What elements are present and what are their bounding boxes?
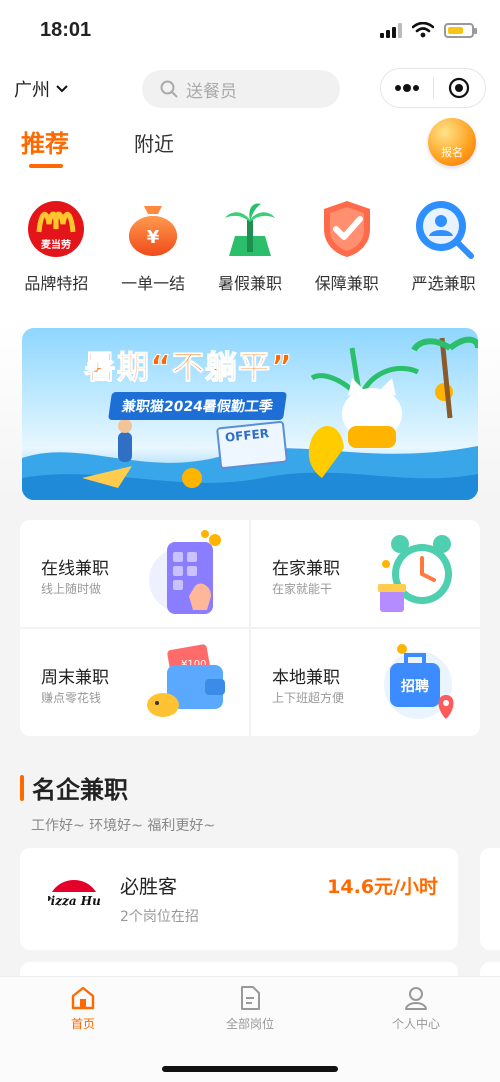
tab-nearby[interactable]: 附近	[134, 128, 174, 157]
status-time: 18:01	[40, 19, 92, 41]
section-subtitle: 工作好~ 环境好~ 福利更好~	[31, 818, 216, 834]
signup-button[interactable]: 报名	[428, 118, 476, 166]
status-icons	[380, 22, 477, 38]
category-daily-pay[interactable]: ¥ 一单一结	[107, 198, 199, 322]
miniapp-capsule	[380, 68, 486, 108]
section-accent-bar	[20, 774, 24, 801]
close-miniapp-button[interactable]	[434, 69, 486, 107]
category-brand[interactable]: 麦当劳 品牌特招	[10, 198, 102, 322]
job-type-online-title: 在线兼职	[41, 559, 109, 579]
phone-tap-icon	[149, 530, 221, 614]
section-header: 名企兼职	[20, 770, 128, 805]
target-close-icon	[449, 77, 470, 99]
wallet-icon: ¥100	[147, 644, 225, 717]
job-type-local-title: 本地兼职	[272, 668, 340, 688]
tab-active-underline	[29, 164, 63, 168]
category-selected-label: 严选兼职	[411, 274, 476, 293]
chevron-down-icon	[56, 85, 68, 93]
tabbar-profile[interactable]: 个人中心	[361, 985, 471, 1032]
tabbar-all-jobs[interactable]: 全部岗位	[195, 985, 305, 1032]
job-type-local-subtitle: 上下班超方便	[272, 691, 345, 705]
job-type-weekend-subtitle: 赚点零花钱	[41, 691, 102, 705]
money-bag-icon: ¥	[122, 198, 184, 260]
company-wage: 14.6元/小时	[327, 876, 438, 898]
section-title: 名企兼职	[32, 776, 128, 804]
search-icon	[160, 80, 178, 98]
job-type-online-subtitle: 线上随时做	[41, 582, 102, 596]
pizza-hut-logo-text: Pizza Hut	[48, 894, 100, 908]
user-icon	[405, 987, 427, 1010]
home-icon	[71, 986, 95, 1010]
tabbar-all-jobs-label: 全部岗位	[225, 1017, 274, 1031]
city-selector[interactable]: 广州	[14, 76, 68, 102]
status-bar: 18:01	[0, 0, 500, 62]
tab-nearby-label: 附近	[134, 132, 174, 156]
job-type-home[interactable]: 在家兼职 在家就能干	[251, 520, 480, 627]
category-guaranteed[interactable]: 保障兼职	[301, 198, 393, 322]
recruit-bag-icon: 招聘	[384, 644, 454, 719]
banner-subline: 兼职猫2024暑假勤工季	[108, 392, 287, 420]
nav-bar: 广州 送餐员	[0, 62, 500, 118]
job-type-weekend-title: 周末兼职	[41, 668, 109, 688]
battery-icon	[444, 22, 477, 38]
document-icon	[241, 986, 260, 1010]
mcdonalds-icon-text: 麦当劳	[41, 238, 71, 251]
shield-check-icon	[316, 198, 378, 260]
alarm-clock-icon	[378, 535, 452, 612]
search-input[interactable]: 送餐员	[142, 70, 340, 108]
category-guaranteed-label: 保障兼职	[314, 274, 379, 293]
category-brand-label: 品牌特招	[24, 274, 89, 293]
job-type-weekend[interactable]: 周末兼职 赚点零花钱 ¥100	[20, 629, 249, 736]
signup-label: 报名	[441, 146, 463, 159]
job-type-grid: 在线兼职 线上随时做 在家兼职 在家就能干 周末兼职 赚点零花钱 ¥100 本地…	[20, 520, 480, 736]
banner-offer-card: OFFER	[215, 420, 289, 470]
person-search-icon	[413, 198, 475, 260]
category-daily-pay-label: 一单一结	[121, 274, 186, 293]
tab-recommend[interactable]: 推荐	[21, 124, 69, 168]
recruit-bag-icon-text: 招聘	[401, 678, 429, 695]
next-company-card-peek[interactable]	[480, 848, 500, 950]
cellular-signal-icon	[380, 22, 402, 38]
tabbar-profile-label: 个人中心	[391, 1017, 440, 1031]
category-selected[interactable]: 严选兼职	[398, 198, 490, 322]
search-placeholder: 送餐员	[186, 81, 237, 102]
more-dots-icon	[394, 84, 419, 92]
more-button[interactable]	[381, 69, 433, 107]
banner-headline: 暑期“不躺平”	[83, 348, 294, 387]
home-indicator	[162, 1066, 338, 1072]
palm-tree-icon	[219, 198, 281, 260]
company-name: 必胜客	[120, 876, 178, 898]
company-positions: 2个岗位在招	[120, 909, 199, 925]
money-bag-icon-text: ¥	[147, 227, 160, 248]
category-summer[interactable]: 暑假兼职	[204, 198, 296, 322]
company-card[interactable]: Pizza Hut 必胜客 2个岗位在招 14.6元/小时	[20, 848, 458, 950]
category-row: 麦当劳 品牌特招 ¥ 一单一结 暑假兼职 保障兼职 严选兼职	[0, 180, 500, 322]
tabbar-home-label: 首页	[70, 1017, 95, 1031]
top-tabs: 推荐 附近 报名	[0, 118, 500, 180]
pizza-hut-logo: Pizza Hut	[48, 880, 100, 908]
tab-recommend-label: 推荐	[21, 130, 69, 158]
tabbar-home[interactable]: 首页	[28, 985, 138, 1032]
category-summer-label: 暑假兼职	[217, 274, 282, 293]
city-label: 广州	[14, 80, 50, 101]
job-type-online[interactable]: 在线兼职 线上随时做	[20, 520, 249, 627]
summer-banner[interactable]: 暑期“不躺平” 兼职猫2024暑假勤工季 OFFER	[22, 328, 478, 500]
job-type-local[interactable]: 本地兼职 上下班超方便 招聘	[251, 629, 480, 736]
job-type-home-title: 在家兼职	[272, 559, 340, 579]
job-type-home-subtitle: 在家就能干	[272, 582, 333, 596]
mcdonalds-icon: 麦当劳	[25, 198, 87, 260]
wifi-icon	[412, 22, 434, 38]
